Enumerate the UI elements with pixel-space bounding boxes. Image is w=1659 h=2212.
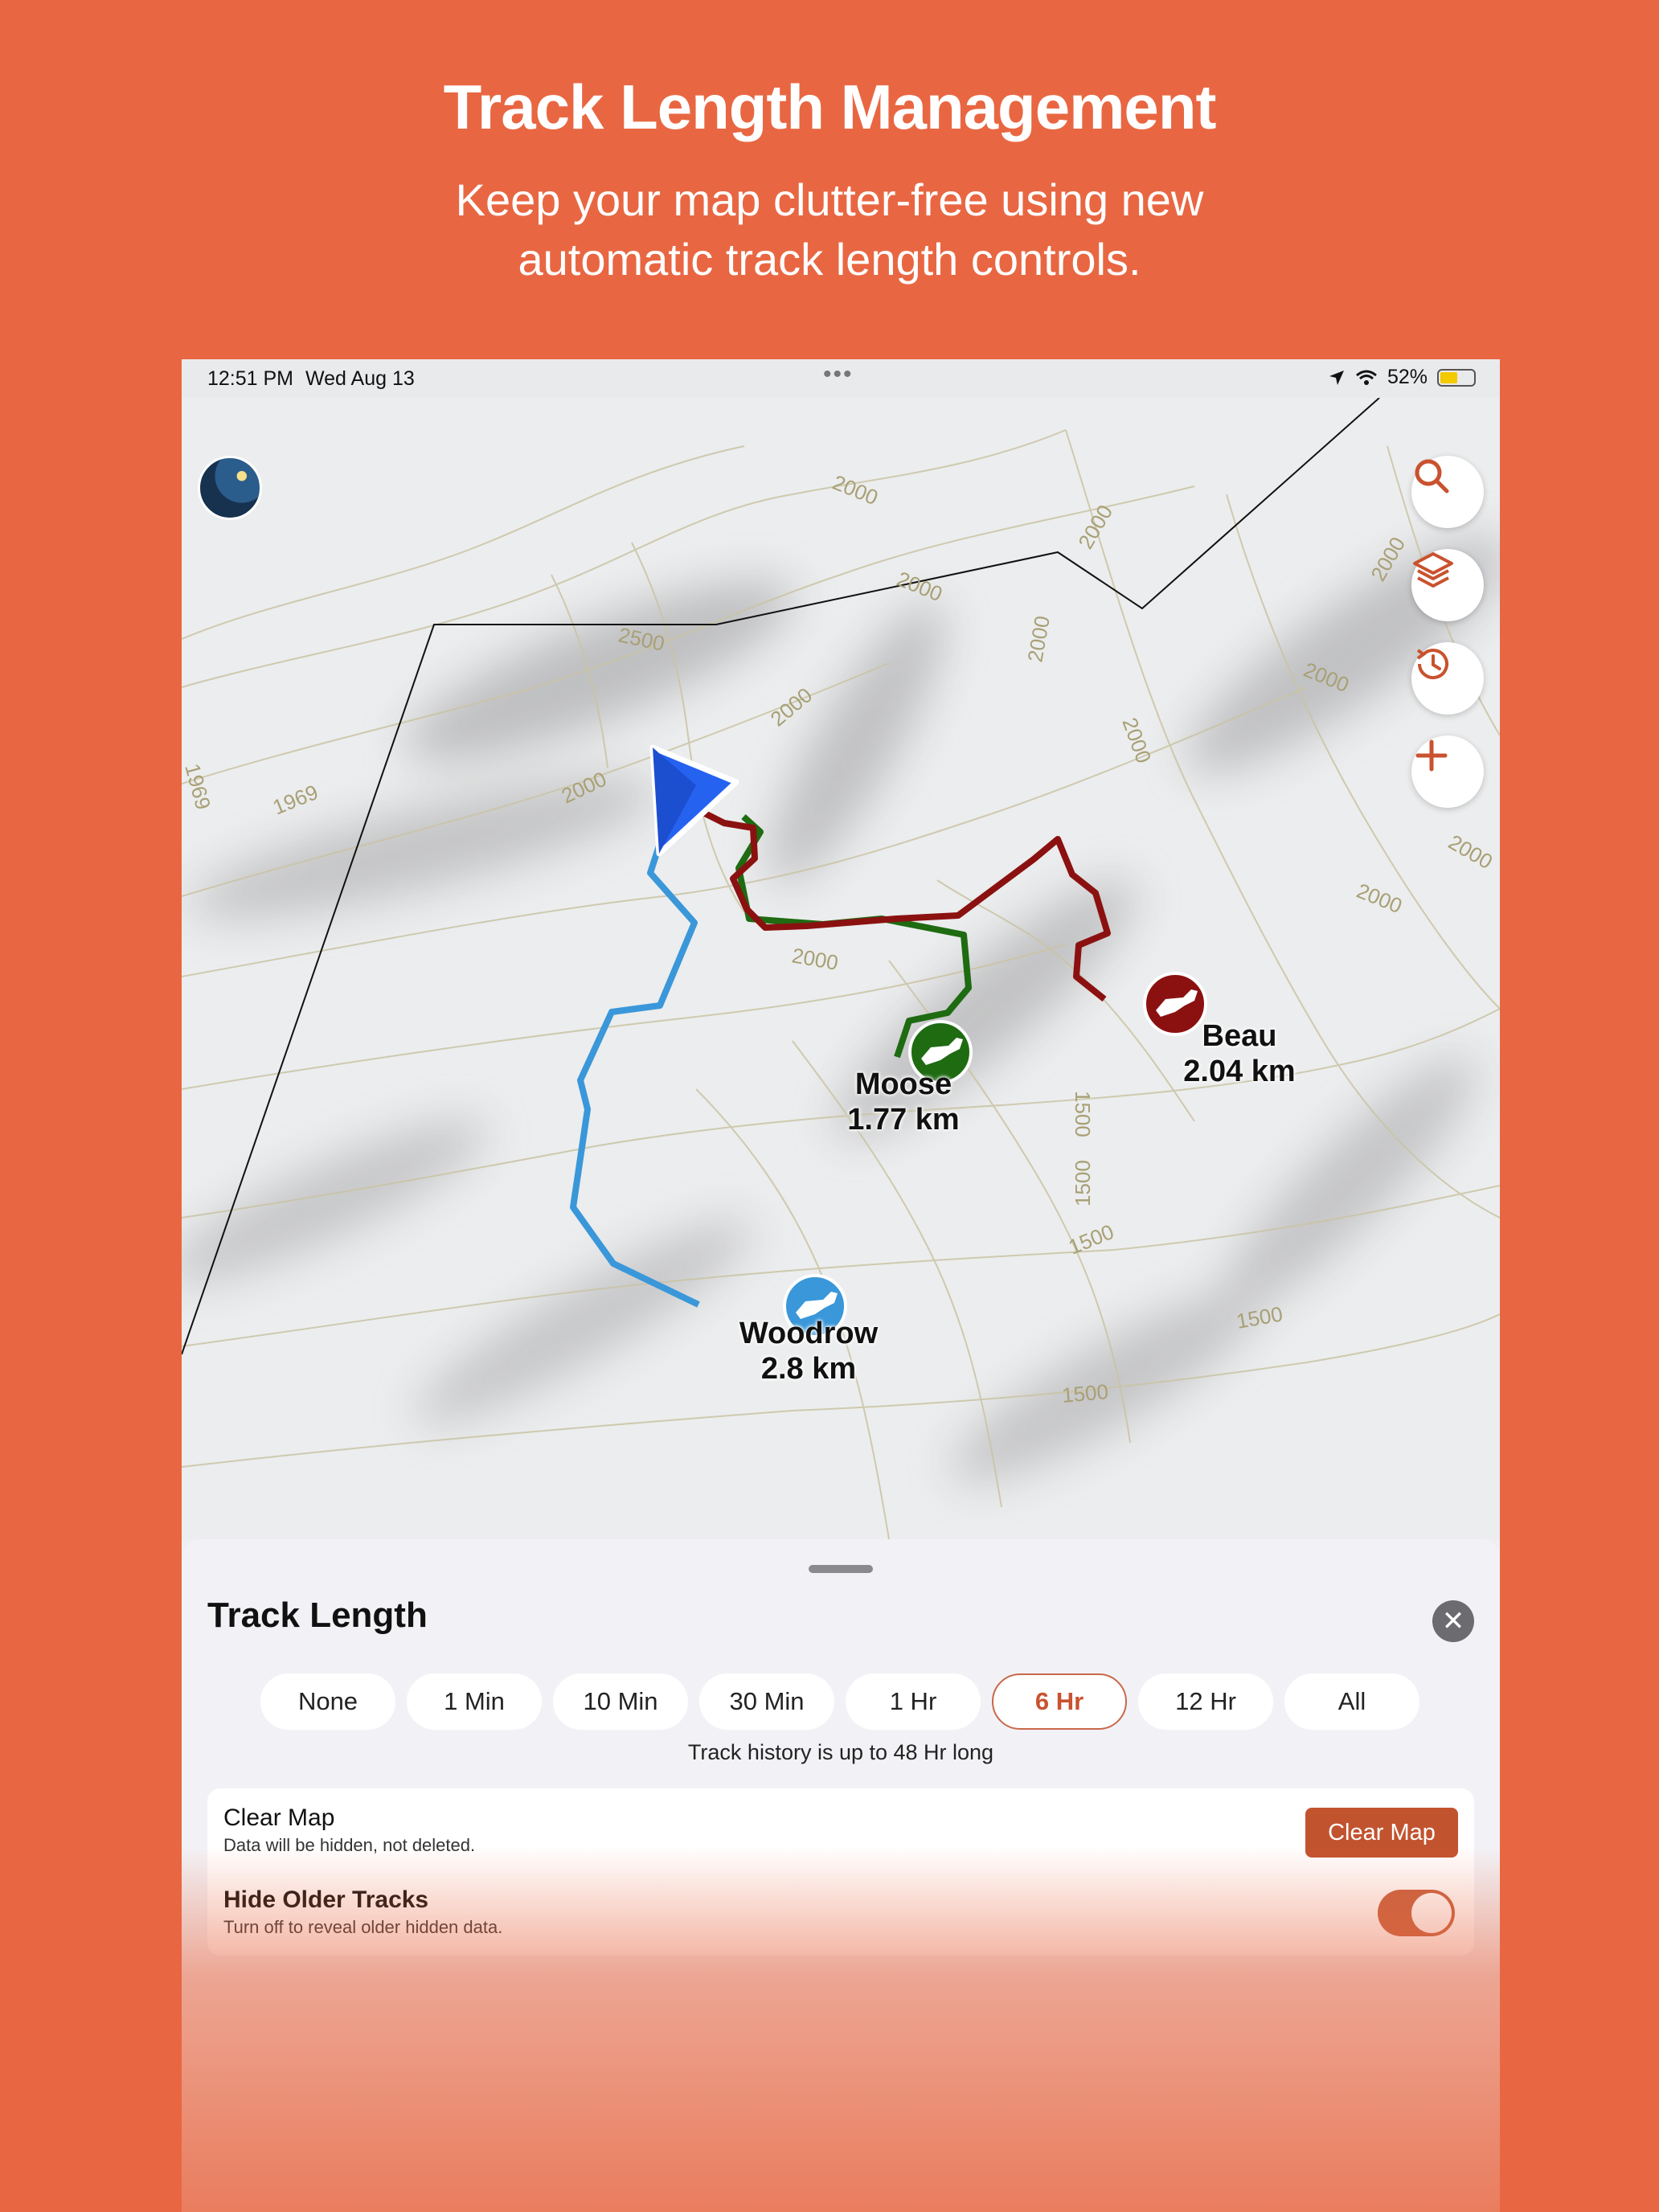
plus-icon <box>1415 739 1448 772</box>
device-screen: 12:51 PM Wed Aug 13 ••• 52% 2000 2000 20… <box>182 359 1500 2212</box>
topo-map[interactable]: 2000 2000 2000 2000 2000 2000 2000 2000 … <box>182 398 1500 1539</box>
beau-label[interactable]: Beau 2.04 km <box>1143 1018 1336 1089</box>
clear-map-button[interactable]: Clear Map <box>1305 1808 1458 1858</box>
history-icon <box>1416 649 1448 680</box>
option-all[interactable]: All <box>1284 1673 1419 1730</box>
battery-percent: 52% <box>1387 366 1428 388</box>
promo-title: Track Length Management <box>443 72 1217 142</box>
contour-label: 2000 <box>1022 614 1055 664</box>
contour-label: 2000 <box>1354 879 1406 918</box>
woodrow-label[interactable]: Woodrow 2.8 km <box>696 1316 921 1387</box>
contour-label: 2000 <box>1444 830 1497 874</box>
contour-label: 1500 <box>1071 1091 1095 1137</box>
dog-distance: 2.8 km <box>760 1352 857 1386</box>
dog-name: Beau <box>1202 1019 1277 1053</box>
layers-icon <box>1413 552 1453 588</box>
layers-button[interactable] <box>1411 549 1484 621</box>
dog-name: Moose <box>854 1067 952 1101</box>
status-bar: 12:51 PM Wed Aug 13 ••• 52% <box>182 359 1500 398</box>
hide-older-subtitle: Turn off to reveal older hidden data. <box>223 1917 503 1937</box>
contour-label: 2000 <box>766 682 817 731</box>
clear-map-title: Clear Map <box>223 1804 335 1831</box>
history-button[interactable] <box>1411 642 1484 715</box>
status-indicators: 52% <box>1328 366 1476 389</box>
search-button[interactable] <box>1411 456 1484 528</box>
dog-distance: 2.04 km <box>1183 1055 1296 1088</box>
promo-subtitle-line-1: Keep your map clutter-free using new <box>455 174 1204 225</box>
user-location-arrow-icon[interactable] <box>649 744 739 857</box>
location-arrow-icon <box>1329 370 1344 385</box>
hide-older-toggle[interactable] <box>1378 1890 1455 1936</box>
profile-avatar[interactable] <box>198 456 262 520</box>
sheet-title: Track Length <box>207 1596 428 1635</box>
track-length-sheet: Track Length ✕ None 1 Min 10 Min 30 Min … <box>182 1539 1500 2212</box>
dog-distance: 1.77 km <box>847 1103 960 1137</box>
settings-card: Clear Map Data will be hidden, not delet… <box>207 1788 1474 1956</box>
status-date: Wed Aug 13 <box>305 367 415 390</box>
contour-label: 2000 <box>894 567 946 606</box>
wifi-icon <box>1355 370 1377 385</box>
option-1-min[interactable]: 1 Min <box>407 1673 542 1730</box>
toggle-knob <box>1411 1893 1452 1933</box>
contour-label: 2000 <box>790 943 840 975</box>
close-button[interactable]: ✕ <box>1432 1600 1474 1642</box>
add-button[interactable] <box>1411 735 1484 808</box>
multitasking-dots-icon[interactable]: ••• <box>823 361 854 388</box>
close-icon: ✕ <box>1441 1606 1465 1636</box>
moose-label[interactable]: Moose 1.77 km <box>807 1067 1000 1137</box>
battery-icon <box>1437 368 1476 387</box>
search-icon <box>1415 459 1449 494</box>
contour-label: 1969 <box>182 761 215 813</box>
track-length-options: None 1 Min 10 Min 30 Min 1 Hr 6 Hr 12 Hr… <box>260 1673 1419 1730</box>
option-12-hr[interactable]: 12 Hr <box>1138 1673 1273 1730</box>
clear-map-subtitle: Data will be hidden, not deleted. <box>223 1835 476 1855</box>
status-time: 12:51 PM <box>207 367 294 390</box>
hide-older-title: Hide Older Tracks <box>223 1886 429 1913</box>
option-1-hr[interactable]: 1 Hr <box>846 1673 981 1730</box>
sheet-grabber[interactable] <box>809 1565 873 1573</box>
dog-name: Woodrow <box>739 1317 879 1350</box>
promo-subtitle-line-2: automatic track length controls. <box>518 234 1141 285</box>
option-6-hr[interactable]: 6 Hr <box>992 1673 1127 1730</box>
contour-label: 2000 <box>830 470 882 510</box>
option-10-min[interactable]: 10 Min <box>553 1673 688 1730</box>
history-note: Track history is up to 48 Hr long <box>687 1740 994 1764</box>
contour-label: 1500 <box>1061 1379 1109 1407</box>
option-none[interactable]: None <box>260 1673 395 1730</box>
contour-label: 2000 <box>1117 715 1156 767</box>
promo-subtitle: Keep your map clutter-free using new aut… <box>0 170 1659 289</box>
woodrow-track[interactable] <box>570 800 700 1308</box>
contour-label: 1500 <box>1071 1160 1095 1206</box>
contour-label: 1500 <box>1065 1219 1117 1259</box>
contour-label: 1969 <box>269 780 322 819</box>
option-30-min[interactable]: 30 Min <box>699 1673 834 1730</box>
contour-label: 2000 <box>1073 501 1117 553</box>
